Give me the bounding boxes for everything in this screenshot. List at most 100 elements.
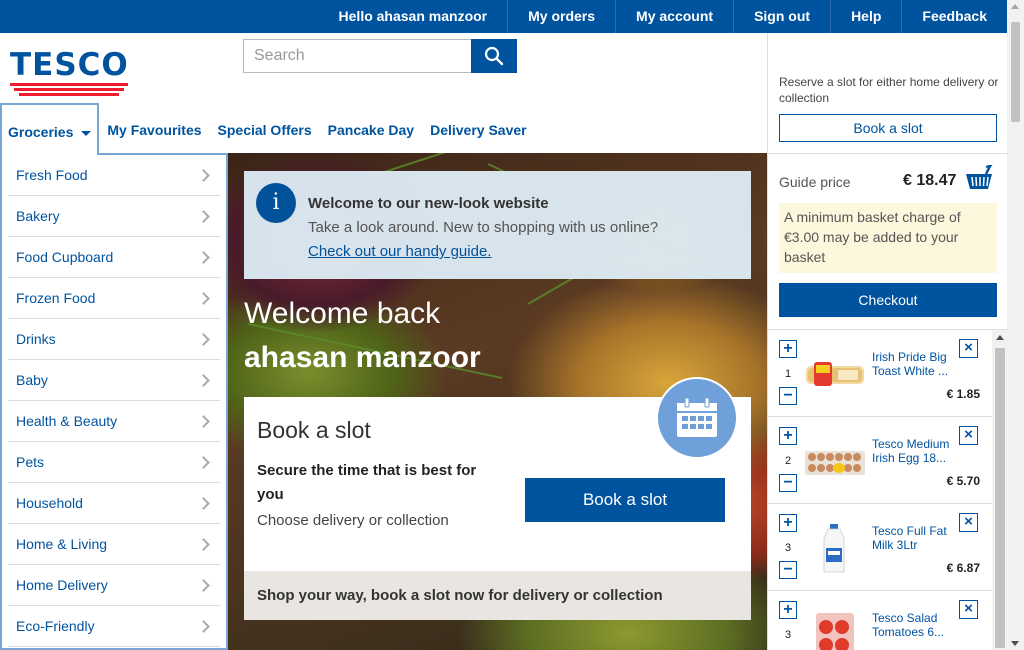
scrollbar-thumb[interactable] (1011, 22, 1020, 122)
item-name-line: Tesco Medium (872, 437, 950, 451)
tab-pancake-day[interactable]: Pancake Day (320, 103, 422, 154)
tab-delivery-saver[interactable]: Delivery Saver (422, 103, 535, 154)
menu-item-eco-friendly[interactable]: Eco-Friendly (8, 606, 220, 647)
book-slot-outline-button[interactable]: Book a slot (779, 114, 997, 142)
menu-item-fresh-food[interactable]: Fresh Food (8, 155, 220, 196)
groceries-menu: Fresh Food Bakery Food Cupboard Frozen F… (0, 153, 228, 650)
menu-item-label: Home & Living (16, 536, 108, 552)
search-bar (243, 39, 517, 73)
increase-qty-button[interactable]: + (779, 601, 797, 619)
basket-scrollbar[interactable] (992, 330, 1008, 650)
help-link[interactable]: Help (830, 0, 901, 33)
tesco-logo[interactable]: TESCO (10, 47, 132, 96)
calendar-badge (656, 377, 738, 459)
search-icon (484, 46, 504, 66)
tab-my-favourites[interactable]: My Favourites (99, 103, 209, 154)
scroll-down-arrow-icon[interactable] (1011, 641, 1019, 646)
chevron-right-icon (197, 455, 210, 469)
menu-item-household[interactable]: Household (8, 483, 220, 524)
menu-item-label: Bakery (16, 208, 60, 224)
menu-item-label: Frozen Food (16, 290, 96, 306)
book-slot-button[interactable]: Book a slot (525, 478, 725, 522)
reserve-slot-text: Reserve a slot for either home delivery … (779, 75, 999, 105)
tab-special-offers[interactable]: Special Offers (210, 103, 320, 154)
chevron-right-icon (197, 578, 210, 592)
handy-guide-link[interactable]: Check out our handy guide. (308, 243, 491, 260)
item-name-line: Irish Pride Big (872, 350, 947, 364)
chevron-right-icon (197, 373, 210, 387)
menu-item-baby[interactable]: Baby (8, 360, 220, 401)
menu-item-label: Home Delivery (16, 577, 108, 593)
menu-item-home-delivery[interactable]: Home Delivery (8, 565, 220, 606)
close-icon[interactable]: × (959, 339, 978, 358)
checkout-button[interactable]: Checkout (779, 283, 997, 317)
search-button[interactable] (471, 39, 517, 73)
chevron-right-icon (197, 291, 210, 305)
basket-scrollbar-thumb[interactable] (995, 348, 1005, 648)
menu-item-home-living[interactable]: Home & Living (8, 524, 220, 565)
basket-item: + 3 Tesco Salad Tomatoes 6... × (768, 591, 992, 650)
info-icon: i (256, 183, 296, 223)
product-image-bread[interactable] (804, 350, 866, 400)
menu-item-food-cupboard[interactable]: Food Cupboard (8, 237, 220, 278)
menu-item-health-beauty[interactable]: Health & Beauty (8, 401, 220, 442)
hero-banner: i Welcome to our new-look website Take a… (228, 153, 767, 650)
my-account-link[interactable]: My account (615, 0, 733, 33)
menu-item-label: Pets (16, 454, 45, 470)
item-name[interactable]: Tesco Full Fat Milk 3Ltr (872, 524, 954, 552)
menu-item-label: Drinks (16, 331, 56, 347)
basket-item: + 1 − Irish Pride Big Toast White ... € 1… (768, 330, 992, 417)
decrease-qty-button[interactable]: − (779, 474, 797, 492)
item-name-line: Tesco Full Fat (872, 524, 947, 538)
item-name[interactable]: Tesco Salad Tomatoes 6... (872, 611, 954, 639)
logo-wordmark: TESCO (10, 47, 129, 83)
chevron-right-icon (197, 332, 210, 346)
menu-item-pets[interactable]: Pets (8, 442, 220, 483)
page-scrollbar[interactable] (1007, 0, 1024, 650)
item-name-line: Toast White ... (872, 364, 949, 378)
basket-icon[interactable] (964, 165, 994, 191)
increase-qty-button[interactable]: + (779, 427, 797, 445)
item-quantity: 3 (784, 629, 792, 641)
item-name[interactable]: Tesco Medium Irish Egg 18... (872, 437, 954, 465)
menu-item-label: Fresh Food (16, 167, 88, 183)
my-orders-link[interactable]: My orders (507, 0, 615, 33)
top-bar: Hello ahasan manzoor My orders My accoun… (0, 0, 1007, 33)
menu-item-bakery[interactable]: Bakery (8, 196, 220, 237)
item-name[interactable]: Irish Pride Big Toast White ... (872, 350, 954, 378)
decrease-qty-button[interactable]: − (779, 561, 797, 579)
decrease-qty-button[interactable]: − (779, 387, 797, 405)
item-name-line: Tesco Salad (872, 611, 938, 625)
caret-down-icon (81, 130, 92, 136)
close-icon[interactable]: × (959, 600, 978, 619)
menu-item-label: Food Cupboard (16, 249, 114, 265)
item-quantity: 2 (784, 455, 792, 467)
product-image-tomatoes[interactable] (804, 611, 866, 650)
scroll-up-arrow-icon[interactable] (1011, 4, 1019, 9)
menu-item-frozen-food[interactable]: Frozen Food (8, 278, 220, 319)
basket-item: + 3 − Tesco Full Fat Milk 3Ltr € 6.87 × (768, 504, 992, 591)
feedback-link[interactable]: Feedback (901, 0, 1007, 33)
chevron-right-icon (197, 619, 210, 633)
basket-items: + 1 − Irish Pride Big Toast White ... € 1… (768, 330, 992, 650)
guide-price-label: Guide price (779, 174, 851, 190)
greeting-link[interactable]: Hello ahasan manzoor (319, 0, 508, 33)
scroll-up-arrow-icon[interactable] (996, 335, 1004, 340)
top-nav: Hello ahasan manzoor My orders My accoun… (319, 0, 1007, 33)
user-name-heading: ahasan manzoor (244, 341, 481, 374)
tab-groceries[interactable]: Groceries (0, 103, 100, 155)
close-icon[interactable]: × (959, 426, 978, 445)
calendar-icon (677, 397, 717, 437)
increase-qty-button[interactable]: + (779, 514, 797, 532)
close-icon[interactable]: × (959, 513, 978, 532)
chevron-right-icon (197, 250, 210, 264)
category-nav: Groceries My Favourites Special Offers P… (0, 103, 535, 155)
search-input[interactable] (243, 39, 471, 73)
product-image-milk[interactable] (804, 524, 866, 574)
sign-out-link[interactable]: Sign out (733, 0, 830, 33)
increase-qty-button[interactable]: + (779, 340, 797, 358)
item-quantity: 3 (784, 542, 792, 554)
menu-item-drinks[interactable]: Drinks (8, 319, 220, 360)
item-name-line: Irish Egg 18... (872, 451, 947, 465)
product-image-eggs[interactable] (804, 437, 866, 487)
